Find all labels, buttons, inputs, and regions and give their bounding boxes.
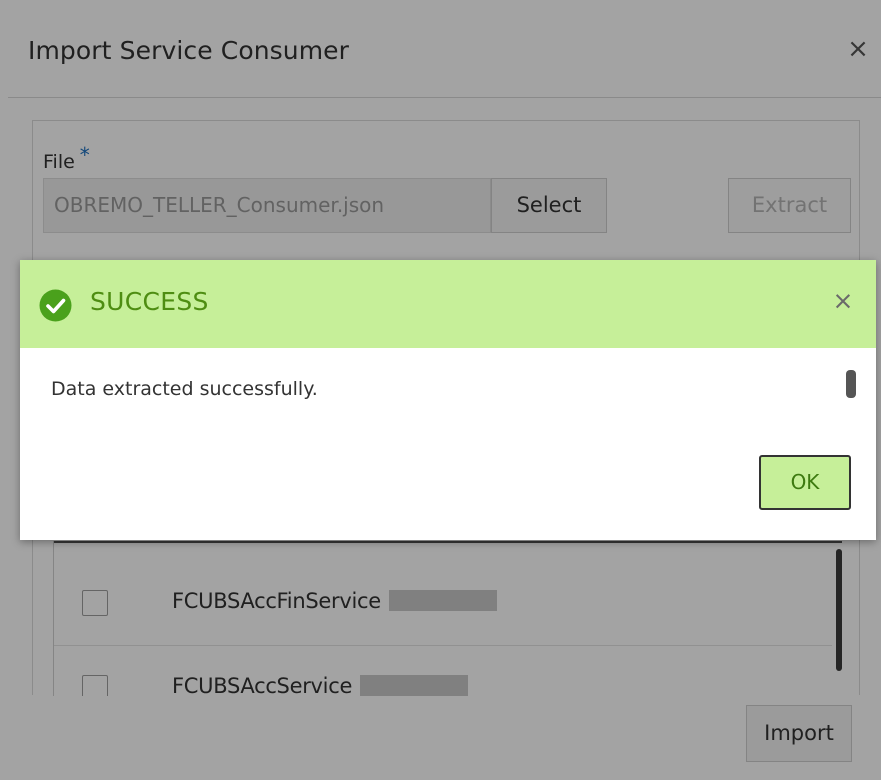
- success-popup-header: SUCCESS ×: [20, 260, 876, 348]
- close-icon[interactable]: ×: [828, 286, 858, 316]
- ok-button[interactable]: OK: [759, 455, 851, 510]
- check-circle-icon: [39, 289, 72, 322]
- success-popup: SUCCESS × Data extracted successfully. O…: [20, 260, 876, 540]
- success-message: Data extracted successfully.: [51, 378, 318, 400]
- success-title: SUCCESS: [90, 287, 209, 316]
- popup-scrollbar[interactable]: [846, 370, 856, 398]
